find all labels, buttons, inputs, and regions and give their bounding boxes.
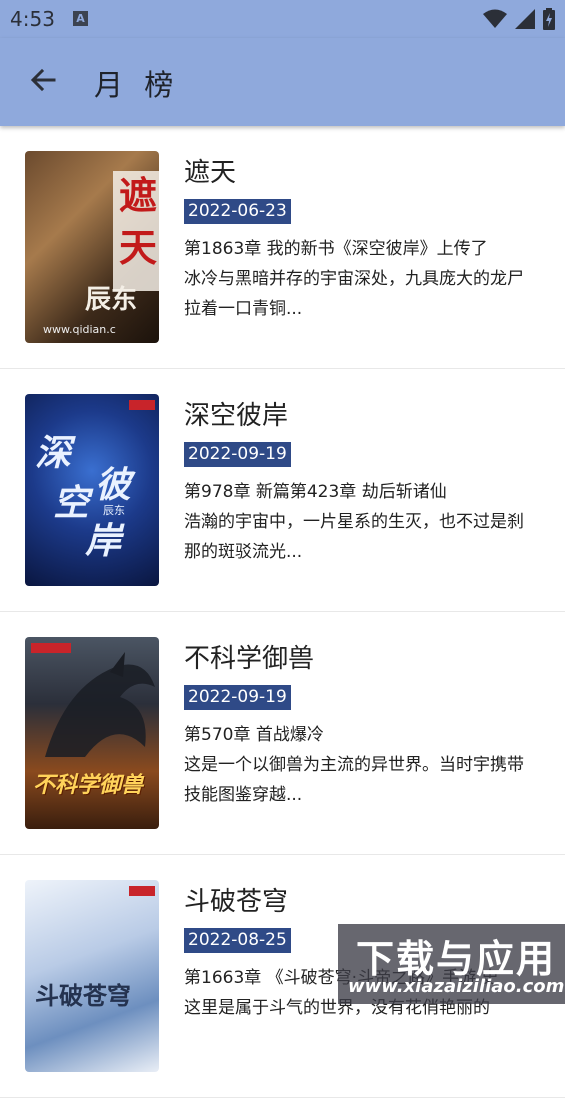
watermark-title: 下载与应用 [356, 937, 557, 981]
book-item-shenkongbian[interactable]: 深 空 彼 岸 辰东 深空彼岸 2022-09-19 第978章 新篇第423章… [0, 369, 565, 612]
cover-title: 不科学御兽 [33, 772, 144, 798]
dragon-illustration [45, 652, 155, 757]
wifi-icon [483, 9, 507, 28]
cover-author: 辰东 [103, 504, 125, 517]
page-title: 月 榜 [94, 68, 180, 102]
cover-char: 遮 [118, 173, 157, 218]
app-bar: 月 榜 [0, 38, 565, 126]
book-title: 深空彼岸 [184, 401, 289, 431]
book-title: 斗破苍穹 [184, 887, 289, 917]
book-cover: 斗破苍穹 [25, 880, 159, 1072]
cover-char: 彼 [95, 464, 132, 506]
book-cover: 不科学御兽 [25, 637, 159, 829]
cover-char: 天 [118, 225, 157, 270]
book-title: 不科学御兽 [184, 644, 315, 674]
cover-url: www.qidian.c [43, 323, 116, 336]
cover-char: 深 [35, 432, 72, 474]
update-date-badge: 2022-09-19 [184, 442, 291, 467]
cover-author: 辰东 [85, 285, 138, 315]
book-item-bukexueyushou[interactable]: 不科学御兽 不科学御兽 2022-09-19 第570章 首战爆冷 这是一个以御… [0, 612, 565, 855]
cover-char: 岸 [85, 520, 122, 562]
book-description: 浩瀚的宇宙中，一片星系的生灭，也不过是刹那的斑驳流光... [184, 512, 524, 562]
update-date-badge: 2022-06-23 [184, 199, 291, 224]
battery-icon [543, 8, 555, 30]
notification-a-icon: A [73, 11, 88, 26]
update-date-badge: 2022-08-25 [184, 928, 291, 953]
book-description: 这是一个以御兽为主流的异世界。当时宇携带技能图鉴穿越... [184, 755, 524, 805]
latest-chapter: 第978章 新篇第423章 劫后斩诸仙 [184, 482, 447, 502]
cover-title: 斗破苍穹 [35, 981, 131, 1010]
watermark-url: www.xiazaiziliao.com [348, 976, 565, 997]
site-watermark: 下载与应用 www.xiazaiziliao.com [338, 924, 565, 1004]
book-description: 冰冷与黑暗并存的宇宙深处，九具庞大的龙尸拉着一口青铜... [184, 269, 524, 319]
book-item-zhetian[interactable]: 遮 天 辰东 www.qidian.c 遮天 2022-06-23 第1863章… [0, 126, 565, 369]
status-bar: 4:53 A [0, 0, 565, 38]
book-title: 遮天 [184, 158, 237, 188]
book-cover: 遮 天 辰东 www.qidian.c [25, 151, 159, 343]
book-cover: 深 空 彼 岸 辰东 [25, 394, 159, 586]
arrow-left-icon[interactable] [28, 64, 60, 96]
latest-chapter: 第570章 首战爆冷 [184, 725, 324, 745]
latest-chapter: 第1863章 我的新书《深空彼岸》上传了 [184, 239, 488, 259]
update-date-badge: 2022-09-19 [184, 685, 291, 710]
signal-icon [515, 9, 535, 29]
status-time: 4:53 [10, 7, 55, 31]
cover-char: 空 [53, 482, 90, 524]
